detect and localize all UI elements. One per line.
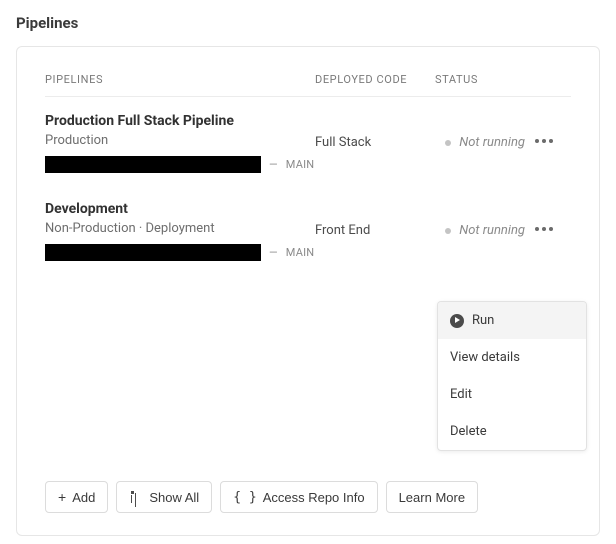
redacted-repo bbox=[45, 156, 261, 173]
pipeline-name: Development bbox=[45, 201, 315, 217]
branch-label: MAIN bbox=[286, 158, 315, 171]
access-repo-info-button[interactable]: Access Repo Info bbox=[220, 481, 377, 513]
learn-more-button[interactable]: Learn More bbox=[386, 481, 478, 513]
status-text: Not running bbox=[459, 135, 525, 150]
menu-item-label: Run bbox=[472, 313, 494, 328]
menu-item-view-details[interactable]: View details bbox=[438, 339, 586, 376]
button-label: Learn More bbox=[399, 490, 465, 505]
col-header-status: STATUS bbox=[435, 73, 525, 86]
menu-item-label: Edit bbox=[450, 387, 472, 402]
more-actions-button[interactable] bbox=[525, 113, 553, 143]
button-label: Access Repo Info bbox=[263, 490, 365, 505]
menu-item-label: View details bbox=[450, 350, 520, 365]
col-header-deployed-code: DEPLOYED CODE bbox=[315, 73, 435, 86]
table-row: Production Full Stack Pipeline Productio… bbox=[45, 113, 571, 173]
menu-item-run[interactable]: Run bbox=[438, 302, 586, 339]
menu-item-edit[interactable]: Edit bbox=[438, 376, 586, 413]
more-actions-button[interactable] bbox=[525, 201, 553, 231]
table-row: Development Non-Production · Deployment … bbox=[45, 201, 571, 261]
button-label: Add bbox=[72, 490, 95, 505]
branch-separator: — bbox=[269, 158, 278, 171]
status-dot-icon bbox=[445, 140, 451, 146]
braces-icon bbox=[233, 489, 256, 505]
pipeline-subtitle: Non-Production · Deployment bbox=[45, 221, 315, 236]
branch-label: MAIN bbox=[286, 246, 315, 259]
branch-separator: — bbox=[269, 246, 278, 259]
status-text: Not running bbox=[459, 223, 525, 238]
actions-menu: Run View details Edit Delete bbox=[437, 301, 587, 451]
table-header: PIPELINES DEPLOYED CODE STATUS bbox=[45, 73, 571, 97]
menu-item-label: Delete bbox=[450, 424, 487, 439]
page-title: Pipelines bbox=[16, 14, 600, 32]
col-header-pipelines: PIPELINES bbox=[45, 73, 315, 86]
show-all-button[interactable]: Show All bbox=[116, 481, 212, 513]
redacted-repo bbox=[45, 244, 261, 261]
pipeline-name: Production Full Stack Pipeline bbox=[45, 113, 315, 129]
menu-item-delete[interactable]: Delete bbox=[438, 413, 586, 450]
button-label: Show All bbox=[149, 490, 199, 505]
tree-icon bbox=[129, 491, 143, 503]
plus-icon bbox=[58, 490, 66, 505]
add-button[interactable]: Add bbox=[45, 481, 108, 513]
deployed-code-value: Full Stack bbox=[315, 113, 435, 150]
pipelines-card: PIPELINES DEPLOYED CODE STATUS Productio… bbox=[16, 46, 600, 536]
play-icon bbox=[450, 314, 464, 328]
pipeline-subtitle: Production bbox=[45, 133, 315, 148]
deployed-code-value: Front End bbox=[315, 201, 435, 238]
status-dot-icon bbox=[445, 228, 451, 234]
footer-actions: Add Show All Access Repo Info Learn More bbox=[45, 481, 478, 513]
